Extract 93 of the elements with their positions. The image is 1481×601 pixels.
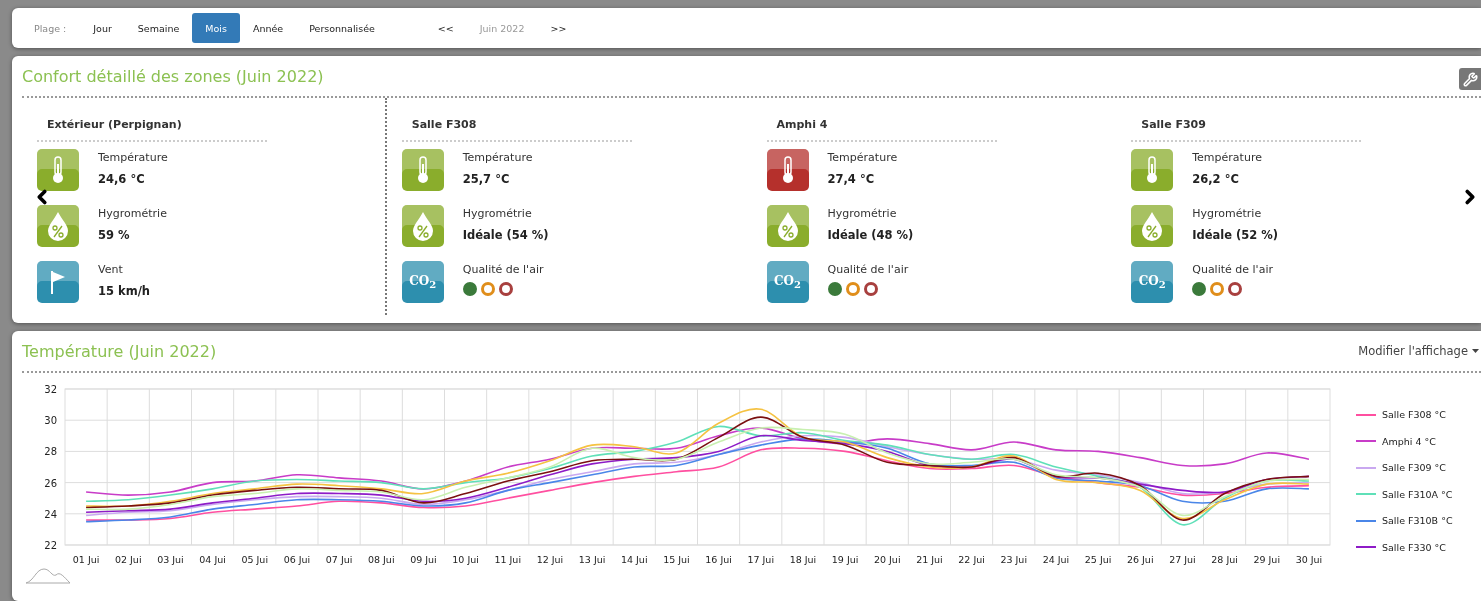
x-tick-label: 29 Jui xyxy=(1253,554,1281,565)
x-tick-label: 04 Jui xyxy=(199,554,226,565)
metric-label: Température xyxy=(98,151,168,164)
metric-label: Qualité de l'air xyxy=(462,263,544,276)
metric-value: 15 km/h xyxy=(98,284,151,298)
display-menu-button[interactable]: Modifier l'affichage xyxy=(1358,344,1481,358)
legend-item[interactable]: Amphi 4 °C xyxy=(1356,435,1453,447)
panel-title: Confort détaillé des zones (Juin 2022) xyxy=(22,66,324,86)
co2-label: CO$_{2}$ xyxy=(1138,273,1166,291)
range-button[interactable]: Semaine xyxy=(124,13,193,43)
metric-value: Idéale (54 %) xyxy=(462,228,549,242)
x-tick-label: 26 Jui xyxy=(1126,554,1154,565)
x-tick-label: 24 Jui xyxy=(1042,554,1070,565)
x-tick-label: 01 Jui xyxy=(72,554,100,565)
thermometer-icon xyxy=(780,156,795,184)
previous-button[interactable]: << xyxy=(427,22,464,34)
x-tick-label: 10 Jui xyxy=(452,554,479,565)
legend-item[interactable]: Salle F310B °C xyxy=(1356,515,1453,526)
y-tick-label: 22 xyxy=(44,540,57,551)
x-tick-label: 07 Jui xyxy=(325,554,353,565)
x-tick-label: 05 Jui xyxy=(241,554,269,565)
metric-label: Vent xyxy=(98,263,124,276)
y-tick-label: 32 xyxy=(44,384,57,395)
zone-name: Extérieur (Perpignan) xyxy=(37,113,267,142)
percent-drop-icon xyxy=(775,211,800,241)
x-tick-label: 16 Jui xyxy=(705,554,732,565)
x-tick-label: 20 Jui xyxy=(873,554,901,565)
x-tick-label: 02 Jui xyxy=(114,554,142,565)
thermometer-icon xyxy=(415,156,430,184)
thermometer-icon xyxy=(1145,156,1160,184)
zone-name: Salle F308 xyxy=(401,113,632,142)
percent-drop-icon xyxy=(410,211,435,241)
x-tick-label: 23 Jui xyxy=(1000,554,1028,565)
x-tick-label: 27 Jui xyxy=(1169,554,1196,565)
x-tick-label: 08 Jui xyxy=(367,554,395,565)
x-tick-label: 14 Jui xyxy=(620,554,648,565)
metric-label: Hygrométrie xyxy=(98,207,167,220)
x-tick-label: 13 Jui xyxy=(578,554,606,565)
x-tick-label: 06 Jui xyxy=(283,554,311,565)
metric-value: 27,4 °C xyxy=(827,172,876,186)
caret-icon xyxy=(1472,349,1479,353)
metric-value: 25,7 °C xyxy=(462,172,511,186)
percent-drop-icon xyxy=(1140,211,1165,241)
settings-button[interactable] xyxy=(1459,68,1481,90)
metric-value: Idéale (52 %) xyxy=(1192,228,1279,242)
metric-label: Hygrométrie xyxy=(1192,207,1263,220)
x-tick-label: 28 Jui xyxy=(1211,554,1238,565)
co2-label: CO$_{2}$ xyxy=(774,273,801,291)
metric-value: Idéale (48 %) xyxy=(827,228,914,242)
next-button[interactable]: >> xyxy=(540,22,577,34)
zone-name: Amphi 4 xyxy=(766,113,997,142)
x-tick-label: 09 Jui xyxy=(410,554,437,565)
range-button[interactable]: Année xyxy=(239,13,297,43)
range-button[interactable]: Personnalisée xyxy=(296,13,388,43)
metric-label: Température xyxy=(1192,151,1262,164)
legend-item[interactable]: Salle F330 °C xyxy=(1356,541,1453,553)
metric-label: Hygrométrie xyxy=(827,207,898,220)
x-tick-label: 18 Jui xyxy=(789,554,817,565)
metric-value: 24,6 °C xyxy=(98,172,146,186)
y-tick-label: 28 xyxy=(44,446,57,458)
period-label: Juin 2022 xyxy=(478,22,526,34)
metric-value: 26,2 °C xyxy=(1192,172,1240,186)
x-tick-label: 11 Jui xyxy=(494,554,522,565)
panel-title: Température (Juin 2022) xyxy=(22,341,217,361)
x-tick-label: 15 Jui xyxy=(663,554,690,565)
x-tick-label: 17 Jui xyxy=(747,554,775,565)
chart-logo-icon xyxy=(25,568,71,584)
x-tick-label: 12 Jui xyxy=(536,554,564,565)
y-tick-label: 24 xyxy=(44,508,57,520)
metric-label: Température xyxy=(462,151,533,164)
metric-label: Hygrométrie xyxy=(462,207,533,220)
metric-label: Température xyxy=(827,151,898,164)
metric-label: Qualité de l'air xyxy=(827,263,909,276)
legend-item[interactable]: Salle F310A °C xyxy=(1356,488,1453,500)
y-tick-label: 30 xyxy=(44,415,57,427)
thermometer-icon xyxy=(51,156,65,184)
legend-item[interactable]: Salle F308 °C xyxy=(1356,409,1453,420)
metric-label: Qualité de l'air xyxy=(1192,263,1273,276)
y-tick-label: 26 xyxy=(44,477,57,489)
x-tick-label: 19 Jui xyxy=(831,554,859,565)
metric-value: 59 % xyxy=(98,228,131,242)
range-button[interactable]: Mois xyxy=(192,13,240,43)
x-tick-label: 03 Jui xyxy=(157,554,184,565)
zone-name: Salle F309 xyxy=(1131,113,1362,142)
x-tick-label: 22 Jui xyxy=(958,554,985,565)
x-tick-label: 21 Jui xyxy=(916,554,943,565)
range-button[interactable]: Jour xyxy=(80,13,125,43)
co2-label: CO$_{2}$ xyxy=(409,273,437,291)
legend-item[interactable]: Salle F309 °C xyxy=(1356,462,1453,473)
x-tick-label: 25 Jui xyxy=(1084,554,1112,565)
x-tick-label: 30 Jui xyxy=(1295,554,1323,565)
percent-drop-icon xyxy=(46,211,70,241)
range-label: Plage : xyxy=(34,22,67,34)
